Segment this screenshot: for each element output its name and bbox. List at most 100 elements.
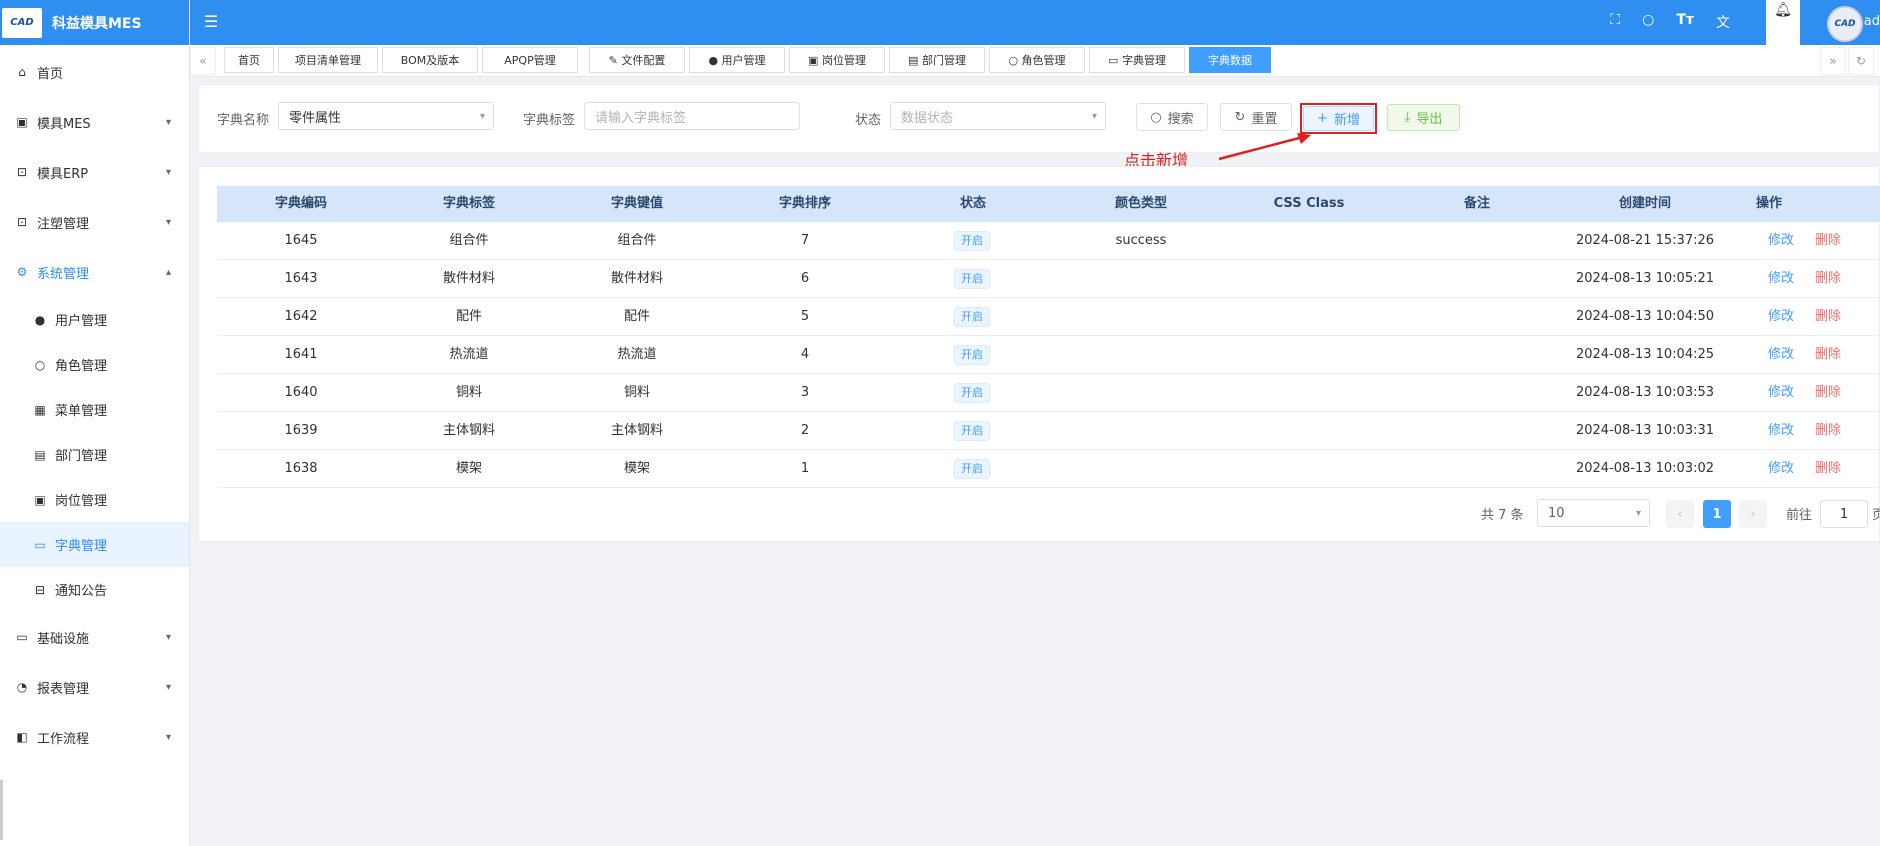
menu-home[interactable]: ⌂ 首页	[0, 47, 189, 97]
hamburger-icon[interactable]: ☰	[204, 12, 218, 31]
tab-home[interactable]: 首页	[224, 47, 274, 73]
goto-label: 前往	[1786, 507, 1813, 523]
sub-label: 角色管理	[55, 359, 108, 374]
table-cell-color	[1057, 412, 1225, 450]
menu-system[interactable]: ⚙ 系统管理 ▴	[0, 247, 189, 297]
prev-page-button[interactable]: ‹	[1666, 500, 1694, 528]
menu-reports[interactable]: ◔ 报表管理 ▾	[0, 662, 189, 712]
table-cell-color	[1057, 298, 1225, 336]
menu-infrastructure[interactable]: ▭ 基础设施 ▾	[0, 612, 189, 662]
table-cell-code: 1641	[284, 347, 318, 362]
tab-dict-data[interactable]: 字典数据	[1189, 47, 1271, 73]
search-icon[interactable]: ○	[1642, 12, 1654, 32]
table-cell-sort: 2	[800, 423, 810, 438]
download-icon: ⤓	[1404, 110, 1411, 125]
status-label: 状态	[855, 113, 882, 128]
menu-mold-mes[interactable]: ▣ 模具MES ▾	[0, 97, 189, 147]
menu-label: 模具MES	[37, 116, 91, 132]
scroll-right-icon[interactable]: »	[1820, 47, 1846, 75]
status-badge: 开启	[954, 231, 990, 251]
highlight-box	[1300, 103, 1377, 134]
tab-dict-mgmt[interactable]: ▭ 字典管理	[1089, 47, 1185, 73]
delete-link[interactable]: 删除	[1813, 260, 1843, 298]
status-badge: 开启	[954, 383, 990, 403]
edit-link[interactable]: 修改	[1766, 412, 1796, 450]
annotation-arrow	[1218, 133, 1311, 161]
tab-role-mgmt[interactable]: ○ 角色管理	[989, 47, 1085, 73]
tab-user-mgmt[interactable]: ● 用户管理	[689, 47, 785, 73]
chevron-down-icon: ▾	[165, 631, 171, 643]
table-cell-time: 2024-08-21 15:37:26	[1575, 233, 1715, 248]
table-cell-label: 热流道	[449, 347, 489, 362]
delete-link[interactable]: 删除	[1813, 374, 1843, 412]
edit-link[interactable]: 修改	[1766, 222, 1796, 260]
badge-icon: ▣	[34, 492, 46, 507]
table-row: 1639 主体钢料 主体钢料 2 开启 2024-08-13 10:03:31 修改 删除	[217, 412, 1880, 450]
tab-bom[interactable]: BOM及版本	[382, 47, 478, 73]
table-cell-css	[1225, 450, 1393, 488]
export-button[interactable]: ⤓ 导出	[1387, 104, 1460, 131]
menu-workflow[interactable]: ◧ 工作流程 ▾	[0, 712, 189, 762]
sidebar-item-menus[interactable]: ▦ 菜单管理	[0, 387, 189, 432]
dict-tag-input[interactable]: 请输入字典标签	[584, 102, 800, 130]
status-select[interactable]: 数据状态 ▾	[890, 102, 1106, 130]
font-size-icon[interactable]: Tт	[1676, 12, 1694, 32]
menu-injection[interactable]: ⊡ 注塑管理 ▾	[0, 197, 189, 247]
translate-icon[interactable]: 文	[1716, 12, 1730, 32]
tab-file-config[interactable]: ✎ 文件配置	[589, 47, 685, 73]
table-cell-sort: 4	[800, 347, 810, 362]
table-row: 1642 配件 配件 5 开启 2024-08-13 10:04:50 修改 删除	[217, 298, 1880, 336]
table-cell-value: 散件材料	[610, 271, 663, 286]
delete-link[interactable]: 删除	[1813, 298, 1843, 336]
edit-link[interactable]: 修改	[1766, 374, 1796, 412]
scroll-left-icon[interactable]: «	[190, 47, 216, 75]
sidebar-item-posts[interactable]: ▣ 岗位管理	[0, 477, 189, 522]
sidebar-item-users[interactable]: ● 用户管理	[0, 297, 189, 342]
delete-link[interactable]: 删除	[1813, 336, 1843, 374]
username[interactable]: ad	[1864, 14, 1880, 29]
tab-label: 角色管理	[1021, 54, 1066, 67]
sidebar-item-notices[interactable]: ⊟ 通知公告	[0, 567, 189, 612]
tab-label: 字典管理	[1121, 54, 1166, 67]
sidebar-item-dictionary[interactable]: ▭ 字典管理	[0, 522, 189, 567]
table-cell-value: 模架	[623, 461, 650, 476]
tab-apqp[interactable]: APQP管理	[482, 47, 578, 73]
table-cell-code: 1642	[284, 309, 318, 324]
goto-page-input[interactable]: 1	[1820, 500, 1868, 528]
search-button[interactable]: ○ 搜索	[1136, 103, 1208, 131]
menu-mold-erp[interactable]: ⊡ 模具ERP ▾	[0, 147, 189, 197]
table-cell-time: 2024-08-13 10:04:50	[1575, 309, 1715, 324]
camera-icon: ▣	[16, 115, 28, 129]
edit-link[interactable]: 修改	[1766, 336, 1796, 374]
tab-dept-mgmt[interactable]: ▤ 部门管理	[889, 47, 985, 73]
delete-link[interactable]: 删除	[1813, 412, 1843, 450]
reset-button[interactable]: ↻ 重置	[1220, 103, 1292, 131]
flow-icon: ◧	[16, 730, 28, 744]
table-cell-time: 2024-08-13 10:03:53	[1575, 385, 1715, 400]
chevron-down-icon: ▾	[165, 731, 171, 743]
delete-link[interactable]: 删除	[1813, 450, 1843, 488]
button-label: 搜索	[1167, 111, 1194, 127]
refresh-icon[interactable]: ↻	[1848, 47, 1874, 75]
tab-project-list[interactable]: 项目清单管理	[278, 47, 378, 73]
fullscreen-icon[interactable]: ⛶	[1610, 12, 1620, 32]
button-label: 导出	[1416, 112, 1443, 127]
notification-bell[interactable]: 🔔︎	[1766, 0, 1800, 45]
table-cell-css	[1225, 336, 1393, 374]
edit-link[interactable]: 修改	[1766, 450, 1796, 488]
avatar[interactable]: CAD	[1827, 6, 1863, 42]
current-page-button[interactable]: 1	[1703, 500, 1731, 528]
page-size-select[interactable]: 10 ▾	[1537, 499, 1650, 527]
tab-post-mgmt[interactable]: ▣ 岗位管理	[789, 47, 885, 73]
sidebar-item-roles[interactable]: ○ 角色管理	[0, 342, 189, 387]
edit-link[interactable]: 修改	[1766, 260, 1796, 298]
table-cell-label: 散件材料	[442, 271, 495, 286]
logo-image: CAD	[2, 7, 42, 38]
next-page-button[interactable]: ›	[1739, 500, 1767, 528]
sidebar-item-departments[interactable]: ▤ 部门管理	[0, 432, 189, 477]
edit-link[interactable]: 修改	[1766, 298, 1796, 336]
menu-label: 系统管理	[37, 266, 90, 282]
delete-link[interactable]: 删除	[1813, 222, 1843, 260]
table-cell-remark	[1393, 450, 1561, 488]
dict-name-select[interactable]: 零件属性 ▾	[278, 102, 494, 130]
